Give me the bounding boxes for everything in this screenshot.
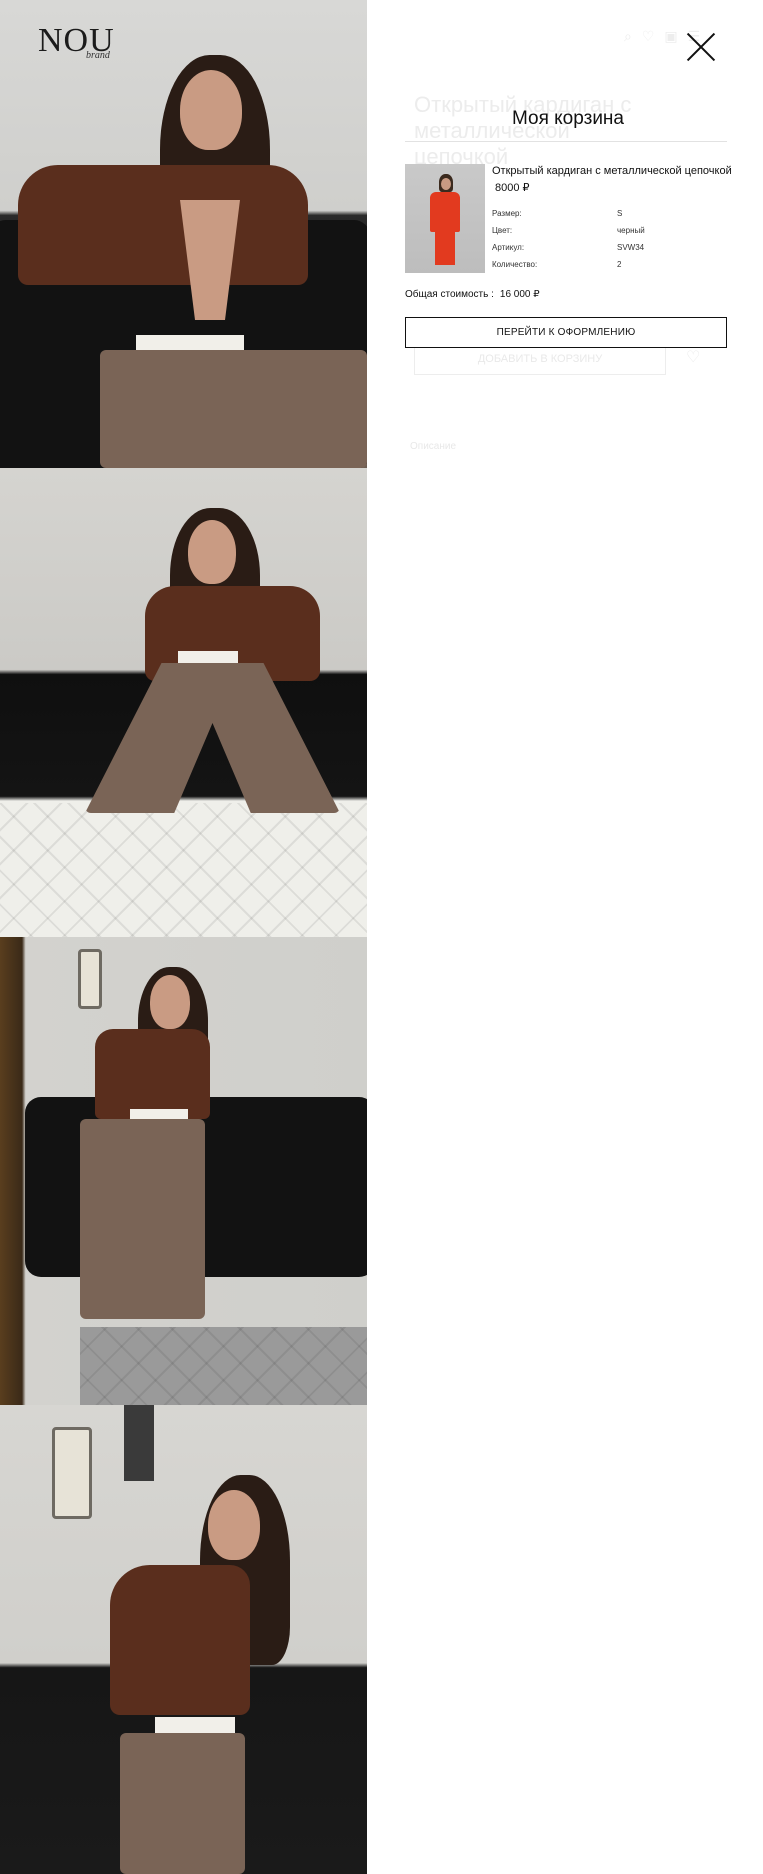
product-photo-3[interactable]: [0, 937, 367, 1405]
cart-total-label: Общая стоимость :: [405, 289, 494, 300]
cart-item: Открытый кардиган с металлической цепочк…: [405, 164, 732, 274]
cart-item-price: 8000 ₽: [495, 182, 530, 194]
attr-sku-value: SVW34: [617, 243, 645, 252]
product-photo-2[interactable]: [0, 468, 367, 937]
background-wishlist-icon[interactable]: ♡: [686, 350, 704, 366]
search-icon[interactable]: ⌕: [624, 28, 632, 45]
checkout-button[interactable]: ПЕРЕЙТИ К ОФОРМЛЕНИЮ: [405, 317, 727, 348]
attr-size-value: S: [617, 209, 623, 218]
cart-total-value: 16 000 ₽: [499, 289, 540, 300]
close-icon[interactable]: [684, 30, 718, 64]
attr-quantity-label: Количество:: [492, 260, 538, 269]
product-photo-1[interactable]: [0, 0, 367, 468]
cart-item-name[interactable]: Открытый кардиган с металлической цепочк…: [492, 164, 732, 178]
product-page-background: [367, 0, 763, 1874]
cart-total: Общая стоимость : 16 000 ₽: [405, 289, 540, 300]
product-gallery: [0, 0, 367, 1874]
product-photo-4[interactable]: [0, 1405, 367, 1874]
bag-icon[interactable]: ▣: [664, 28, 677, 45]
brand-logo-sub: brand: [86, 50, 110, 61]
background-description-tab[interactable]: Описание: [410, 441, 456, 452]
attr-size-label: Размер:: [492, 209, 522, 218]
heart-icon[interactable]: ♡: [642, 28, 655, 45]
cart-item-thumbnail[interactable]: [405, 164, 485, 273]
cart-title: Моя корзина: [511, 108, 624, 129]
cart-divider: [405, 141, 727, 142]
attr-color-value: черный: [617, 226, 645, 235]
attr-quantity-value: 2: [617, 260, 622, 269]
attr-color-label: Цвет:: [492, 226, 513, 235]
background-product-title: Открытый кардиган с металлической цепочк…: [414, 92, 632, 169]
attr-sku-label: Артикул:: [492, 243, 525, 252]
